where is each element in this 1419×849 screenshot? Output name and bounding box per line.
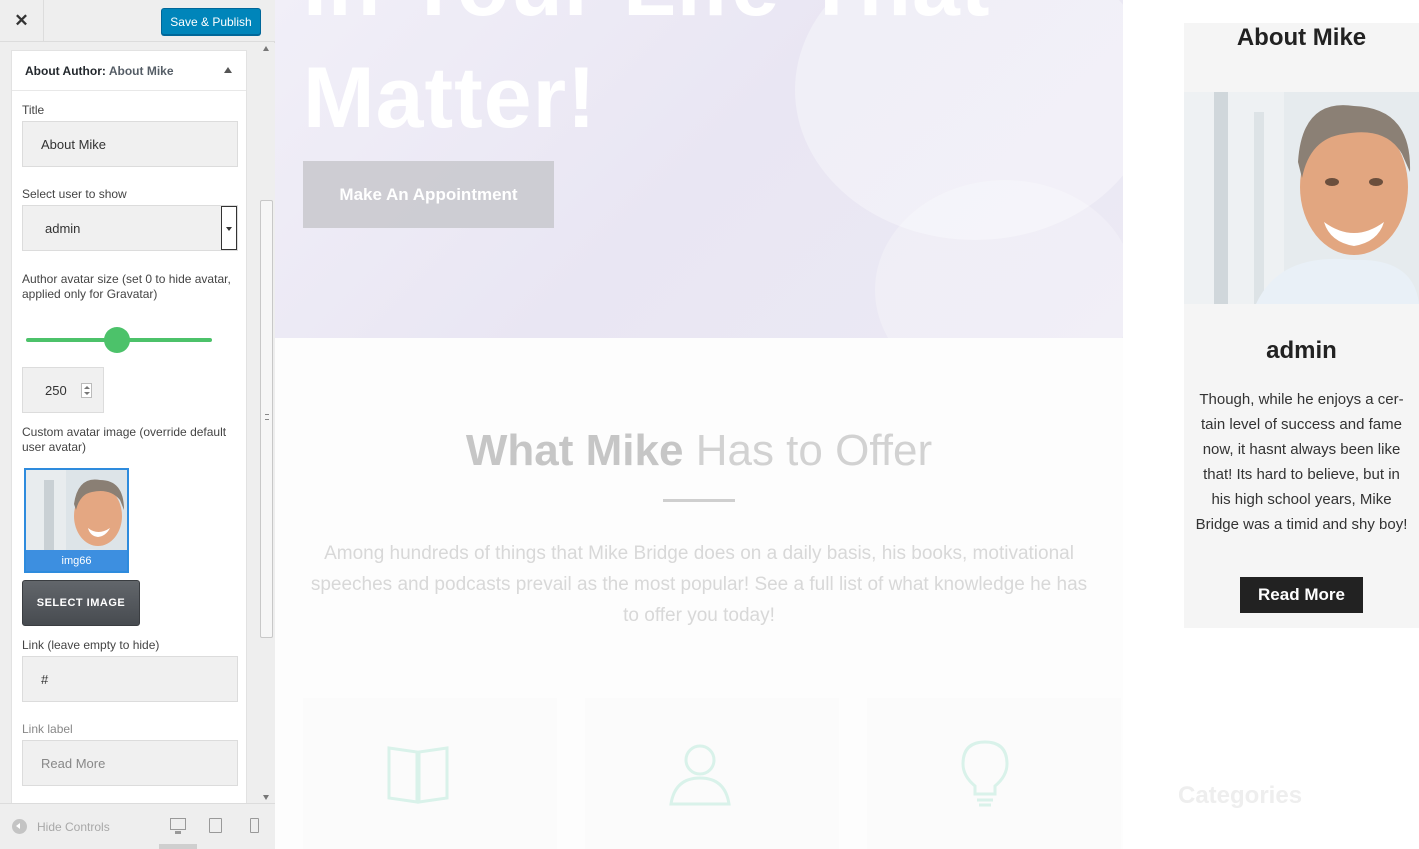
service-card xyxy=(867,698,1121,849)
scrollbar-thumb[interactable] xyxy=(260,200,273,638)
link-label-field-label: Link label xyxy=(22,722,73,736)
dropdown-arrow-icon[interactable] xyxy=(221,206,237,250)
service-card xyxy=(303,698,557,849)
customizer-footer: Hide Controls xyxy=(0,803,275,849)
link-label-input[interactable]: Read More xyxy=(22,740,238,786)
collapse-arrow-icon[interactable] xyxy=(224,67,232,73)
title-input[interactable]: About Mike xyxy=(22,121,238,167)
about-author-widget: About Author: About Mike Title About Mik… xyxy=(11,50,247,803)
avatar-size-number-input[interactable]: 250 xyxy=(22,367,104,413)
selected-image-thumbnail[interactable]: img66 xyxy=(24,468,129,573)
about-title: About Mike xyxy=(1236,24,1367,51)
lightbulb-icon xyxy=(961,740,1009,807)
author-name: admin xyxy=(1266,337,1337,364)
link-input[interactable]: # xyxy=(22,656,238,702)
avatar-size-slider-handle[interactable] xyxy=(104,327,130,353)
custom-avatar-label: Custom avatar image (override default us… xyxy=(22,425,227,454)
make-appointment-button[interactable]: Make An Appointment xyxy=(303,161,554,228)
widget-title-name: About Mike xyxy=(108,63,174,78)
image-filename: img66 xyxy=(26,550,127,571)
widget-title-prefix: About Author: xyxy=(25,63,106,78)
mobile-preview-icon[interactable] xyxy=(250,818,259,833)
customizer-screen: ✕ Save & Publish About Author: About Mik… xyxy=(0,0,1419,849)
hero-title-line2: Matter! xyxy=(303,50,597,146)
user-select[interactable]: admin xyxy=(22,205,238,251)
author-photo xyxy=(1184,92,1419,304)
scrollbar-grip-icon xyxy=(265,414,269,420)
active-device-indicator xyxy=(159,844,197,849)
close-icon[interactable]: ✕ xyxy=(0,0,44,42)
save-publish-button[interactable]: Save & Publish xyxy=(161,8,261,35)
service-card xyxy=(585,698,839,849)
number-spinner-icon[interactable] xyxy=(81,383,92,398)
hero-section: In Your Life That Matter! Make An Appoin… xyxy=(275,0,1123,338)
scroll-down-icon[interactable] xyxy=(263,795,269,800)
read-more-button[interactable]: Read More xyxy=(1240,577,1363,613)
customizer-panel: ✕ Save & Publish About Author: About Mik… xyxy=(0,0,275,849)
hide-controls-button[interactable]: Hide Controls xyxy=(12,819,110,834)
scroll-up-icon[interactable] xyxy=(263,46,269,51)
offer-title-bold: What Mike xyxy=(465,426,684,475)
tablet-preview-icon[interactable] xyxy=(209,818,222,833)
widget-header[interactable]: About Author: About Mike xyxy=(12,51,246,91)
user-select-label: Select user to show xyxy=(22,187,127,201)
user-select-value: admin xyxy=(45,220,81,236)
hero-title: In Your Life That Matter! xyxy=(303,0,991,154)
avatar-size-value: 250 xyxy=(45,382,67,398)
customizer-header: ✕ Save & Publish xyxy=(0,0,275,42)
panel-scrollbar[interactable] xyxy=(258,43,275,803)
offer-description: Among hundreds of things that Mike Bridg… xyxy=(310,543,1088,626)
about-author-box: About Mike admin Though, while he enjoys… xyxy=(1184,23,1419,628)
avatar-size-label: Author avatar size (set 0 to hide avatar… xyxy=(22,272,231,301)
author-photo-image xyxy=(1184,92,1419,304)
offer-title-rest: Has to Offer xyxy=(695,426,933,475)
select-image-button[interactable]: SELECT IMAGE xyxy=(22,580,140,626)
hero-title-line1: In Your Life That xyxy=(303,0,991,42)
customizer-controls: About Author: About Mike Title About Mik… xyxy=(0,43,258,803)
hide-controls-label: Hide Controls xyxy=(37,819,110,834)
offer-title: What Mike Has to Offer xyxy=(275,426,1123,476)
categories-heading: Categories xyxy=(1178,782,1303,809)
book-icon xyxy=(387,746,449,804)
desktop-preview-icon[interactable] xyxy=(170,818,186,834)
link-field-label: Link (leave empty to hide) xyxy=(22,638,160,652)
title-field-label: Title xyxy=(22,103,45,117)
user-icon xyxy=(669,744,731,806)
collapse-left-icon xyxy=(12,819,27,834)
offer-section: What Mike Has to Offer Among hundreds of… xyxy=(275,338,1123,849)
preview-sidebar: About Mike admin Though, while he enjoys… xyxy=(1123,0,1419,849)
author-bio: Though, while he enjoys a cer-tain level… xyxy=(1195,391,1408,533)
offer-divider xyxy=(663,499,735,502)
